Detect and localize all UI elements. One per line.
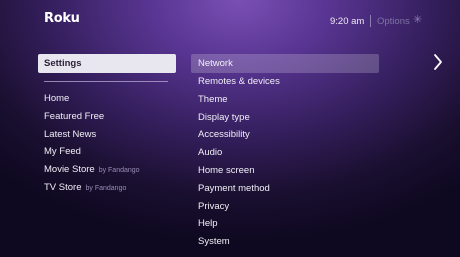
menu-divider — [44, 81, 168, 82]
settings-item-help[interactable]: Help — [191, 215, 379, 233]
clock: 9:20 am — [330, 16, 365, 27]
settings-item-payment-method[interactable]: Payment method — [191, 180, 379, 198]
left-menu-list: Home Featured Free Latest News My Feed M… — [44, 90, 140, 197]
settings-item-home-screen[interactable]: Home screen — [191, 162, 379, 180]
left-menu-item-home[interactable]: Home — [44, 90, 140, 108]
left-menu-selected-settings[interactable]: Settings — [38, 54, 176, 73]
menu-item-label: My Feed — [44, 146, 81, 158]
settings-item-system[interactable]: System — [191, 233, 379, 251]
options-label: Options — [377, 16, 410, 27]
left-menu-item-my-feed[interactable]: My Feed — [44, 143, 140, 161]
settings-item-theme[interactable]: Theme — [191, 91, 379, 109]
settings-item-display-type[interactable]: Display type — [191, 109, 379, 127]
settings-item-remotes-devices[interactable]: Remotes & devices — [191, 73, 379, 91]
chevron-right-icon[interactable] — [433, 53, 443, 76]
asterisk-icon: ✳ — [413, 14, 423, 26]
settings-item-network[interactable]: Network — [191, 54, 379, 73]
menu-item-label: TV Store — [44, 181, 82, 193]
left-menu: Settings — [38, 54, 176, 73]
menu-item-label: Latest News — [44, 128, 97, 140]
settings-item-privacy[interactable]: Privacy — [191, 198, 379, 216]
left-menu-item-movie-store[interactable]: Movie Store by Fandango — [44, 161, 140, 179]
menu-item-label: Featured Free — [44, 110, 105, 122]
menu-item-sublabel: by Fandango — [85, 184, 127, 192]
left-menu-item-latest-news[interactable]: Latest News — [44, 126, 140, 144]
menu-item-sublabel: by Fandango — [98, 167, 140, 175]
left-menu-item-featured-free[interactable]: Featured Free — [44, 108, 140, 126]
menu-item-label: Movie Store — [44, 164, 95, 176]
settings-item-audio[interactable]: Audio — [191, 144, 379, 162]
settings-menu: Network Remotes & devices Theme Display … — [191, 54, 379, 251]
chevron-right-shape — [434, 54, 442, 70]
roku-logo: Roku — [44, 11, 80, 26]
settings-item-accessibility[interactable]: Accessibility — [191, 126, 379, 144]
menu-item-label: Home — [44, 93, 70, 104]
left-menu-item-tv-store[interactable]: TV Store by Fandango — [44, 179, 140, 197]
header-divider — [370, 15, 371, 27]
